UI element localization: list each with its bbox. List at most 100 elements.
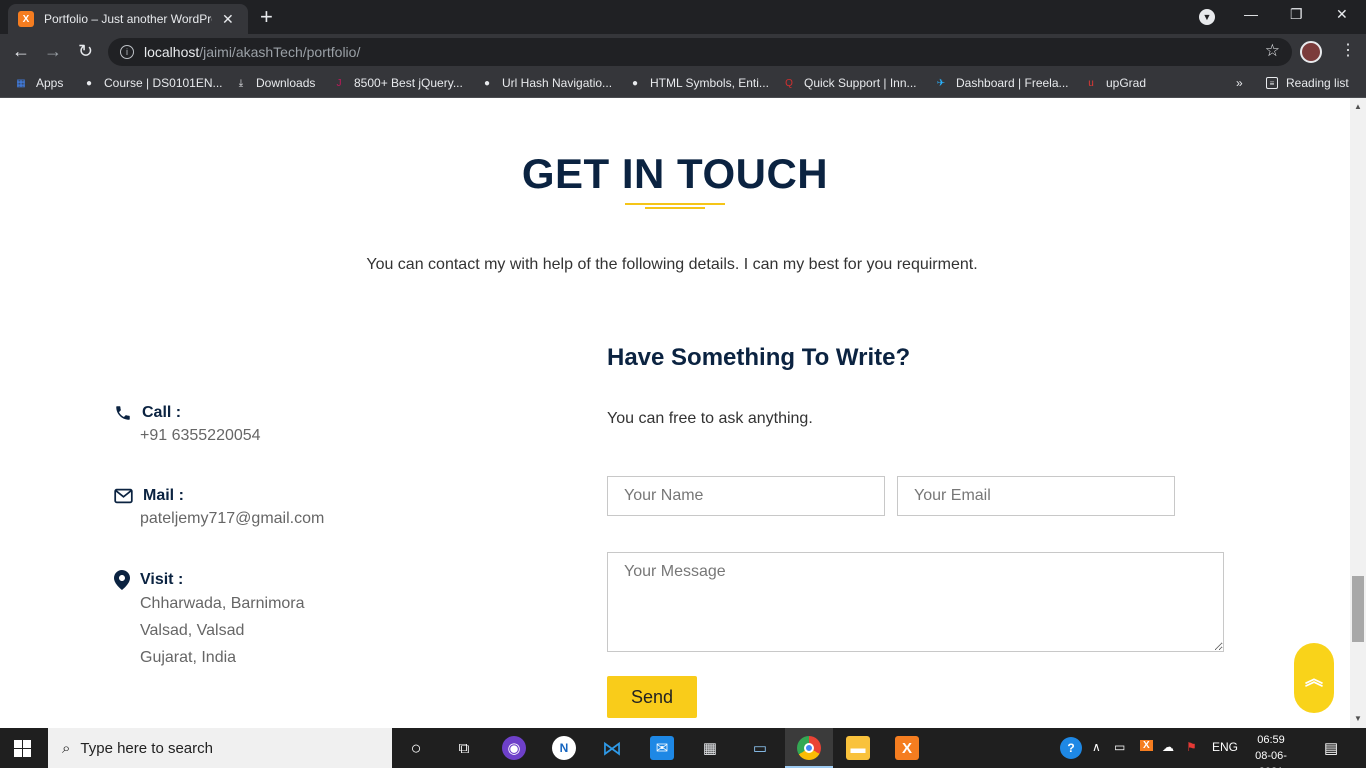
notification-center-icon[interactable]: ▤ [1324,739,1338,757]
bookmarks-bar: ▦ Apps ● Course | DS0101EN... ⤓ Downloads J 850… [0,70,1366,98]
browser-toolbar: ← → ↻ i localhost/jaimi/akashTech/portfo… [0,34,1366,70]
more-bookmarks-button[interactable]: » [1236,76,1243,90]
title-underline-short [645,207,705,209]
tab-close-icon[interactable]: ✕ [222,11,234,28]
scroll-down-arrow-icon[interactable]: ▼ [1354,714,1362,723]
xampp-tray-icon[interactable]: X [1140,740,1153,751]
task-view-icon[interactable]: ⧉ [452,736,476,760]
scroll-to-top-button[interactable]: ︽ [1294,643,1334,713]
browser-tab[interactable]: X Portfolio – Just another WordPress sit… [8,4,248,34]
globe-icon: ● [85,77,93,89]
clock-date: 08-06-2021 [1255,750,1287,768]
bookmark-item[interactable]: Q Quick Support | Inn... [782,76,916,90]
call-label: Call : [142,404,182,421]
page-scrollbar[interactable]: ▲ ▼ [1350,98,1366,728]
bookmark-item[interactable]: ▦ Apps [14,76,63,90]
title-underline-long [625,203,725,205]
message-textarea[interactable] [607,552,1224,652]
mail-label: Mail : [143,487,184,504]
cortana-icon[interactable]: ○ [404,736,428,760]
xampp-favicon-icon: X [18,11,34,27]
tab-search-icon[interactable]: ▼ [1199,9,1215,25]
upgrad-icon: u [1088,77,1094,89]
search-icon: ⌕ [62,739,71,757]
language-indicator[interactable]: ENG [1212,740,1238,754]
file-explorer-icon[interactable]: ▬ [846,736,870,760]
visit-line: Valsad, Valsad [140,622,245,639]
apps-grid-icon: ▦ [16,77,26,89]
reading-list-label: Reading list [1286,76,1349,90]
forward-icon[interactable]: → [44,41,62,61]
bookmark-label: Course | DS0101EN... [104,76,223,90]
form-title: Have Something To Write? [607,344,911,371]
phone-icon [116,406,130,420]
double-chevron-up-icon: ︽ [1305,669,1323,689]
help-icon[interactable]: ? [1060,737,1082,759]
system-clock[interactable]: 06:59 08-06-2021 [1246,732,1296,768]
reading-list-icon: ≡ [1266,77,1278,89]
globe-icon: ● [631,77,639,89]
bookmark-item[interactable]: ✈ Dashboard | Freela... [934,76,1069,90]
contact-mail: Mail : pateljemy717@gmail.com [114,487,324,532]
windows-start-icon[interactable] [14,740,31,757]
github-desktop-icon[interactable]: ◉ [502,736,526,760]
bookmark-label: Downloads [256,76,316,90]
bookmark-item[interactable]: J 8500+ Best jQuery... [332,76,463,90]
mail-app-icon[interactable]: ✉ [650,736,674,760]
email-input[interactable] [897,476,1175,516]
contact-call: Call : +91 6355220054 [114,404,261,449]
taskbar-search-placeholder: Type here to search [80,739,213,757]
contact-visit: Visit : Chharwada, Barnimora Valsad, Val… [114,570,305,671]
back-icon[interactable]: ← [12,41,30,61]
bookmark-item[interactable]: ⤓ Downloads [234,76,316,90]
send-button[interactable]: Send [607,676,697,718]
scroll-up-arrow-icon[interactable]: ▲ [1354,102,1362,111]
reload-icon[interactable]: ↻ [78,41,93,61]
network-alert-icon[interactable]: ⚑ [1186,740,1197,754]
address-bar[interactable]: i localhost/jaimi/akashTech/portfolio/ ☆ [108,38,1292,66]
vscode-icon[interactable]: ⋈ [600,736,624,760]
taskbar-search[interactable]: ⌕ Type here to search [48,728,392,768]
bookmark-item[interactable]: ● HTML Symbols, Enti... [628,76,769,90]
new-tab-icon[interactable]: + [260,6,273,28]
freelancer-icon: ✈ [936,77,946,89]
minimize-icon[interactable]: — [1244,6,1258,22]
bookmark-item[interactable]: ● Url Hash Navigatio... [480,76,612,90]
jr-icon: J [336,77,342,89]
name-input[interactable] [607,476,885,516]
visit-line: Gujarat, India [140,649,237,666]
cloud-icon[interactable]: ☁ [1162,740,1174,754]
bookmark-star-icon[interactable]: ☆ [1265,41,1280,61]
reading-list-button[interactable]: ≡ Reading list [1266,76,1349,90]
visit-label: Visit : [140,571,184,588]
scrollbar-thumb[interactable] [1352,576,1364,642]
restore-icon[interactable]: ❐ [1290,6,1303,23]
map-pin-icon [114,570,130,590]
battery-icon[interactable]: ▭ [1114,740,1125,754]
bookmark-label: HTML Symbols, Enti... [650,76,769,90]
download-icon: ⤓ [238,77,244,89]
bookmark-label: upGrad [1106,76,1147,90]
section-intro: You can contact my with help of the foll… [366,256,978,273]
chrome-icon[interactable] [797,736,821,760]
xampp-icon[interactable]: X [895,736,919,760]
bookmark-label: 8500+ Best jQuery... [354,76,463,90]
store-icon[interactable]: ▦ [698,736,722,760]
bookmark-label: Url Hash Navigatio... [502,76,613,90]
bookmark-label: Dashboard | Freela... [956,76,1069,90]
app-icon[interactable]: N [552,736,576,760]
browser-menu-icon[interactable]: ⋮ [1340,40,1356,60]
computer-icon[interactable]: ▭ [748,736,772,760]
bookmark-label: Apps [36,76,64,90]
profile-avatar[interactable] [1300,41,1322,63]
clock-time: 06:59 [1257,734,1285,746]
globe-icon: ● [483,77,491,89]
form-subtitle: You can free to ask anything. [607,410,813,427]
bookmark-item[interactable]: ● Course | DS0101EN... [82,76,223,90]
browser-tab-bar: X Portfolio – Just another WordPress sit… [0,0,1366,34]
close-window-icon[interactable]: ✕ [1336,6,1348,23]
section-title: GET IN TOUCH [521,150,829,197]
site-info-icon[interactable]: i [120,45,134,59]
bookmark-item[interactable]: u upGrad [1084,76,1146,90]
tray-chevron-up-icon[interactable]: ∧ [1092,740,1101,754]
